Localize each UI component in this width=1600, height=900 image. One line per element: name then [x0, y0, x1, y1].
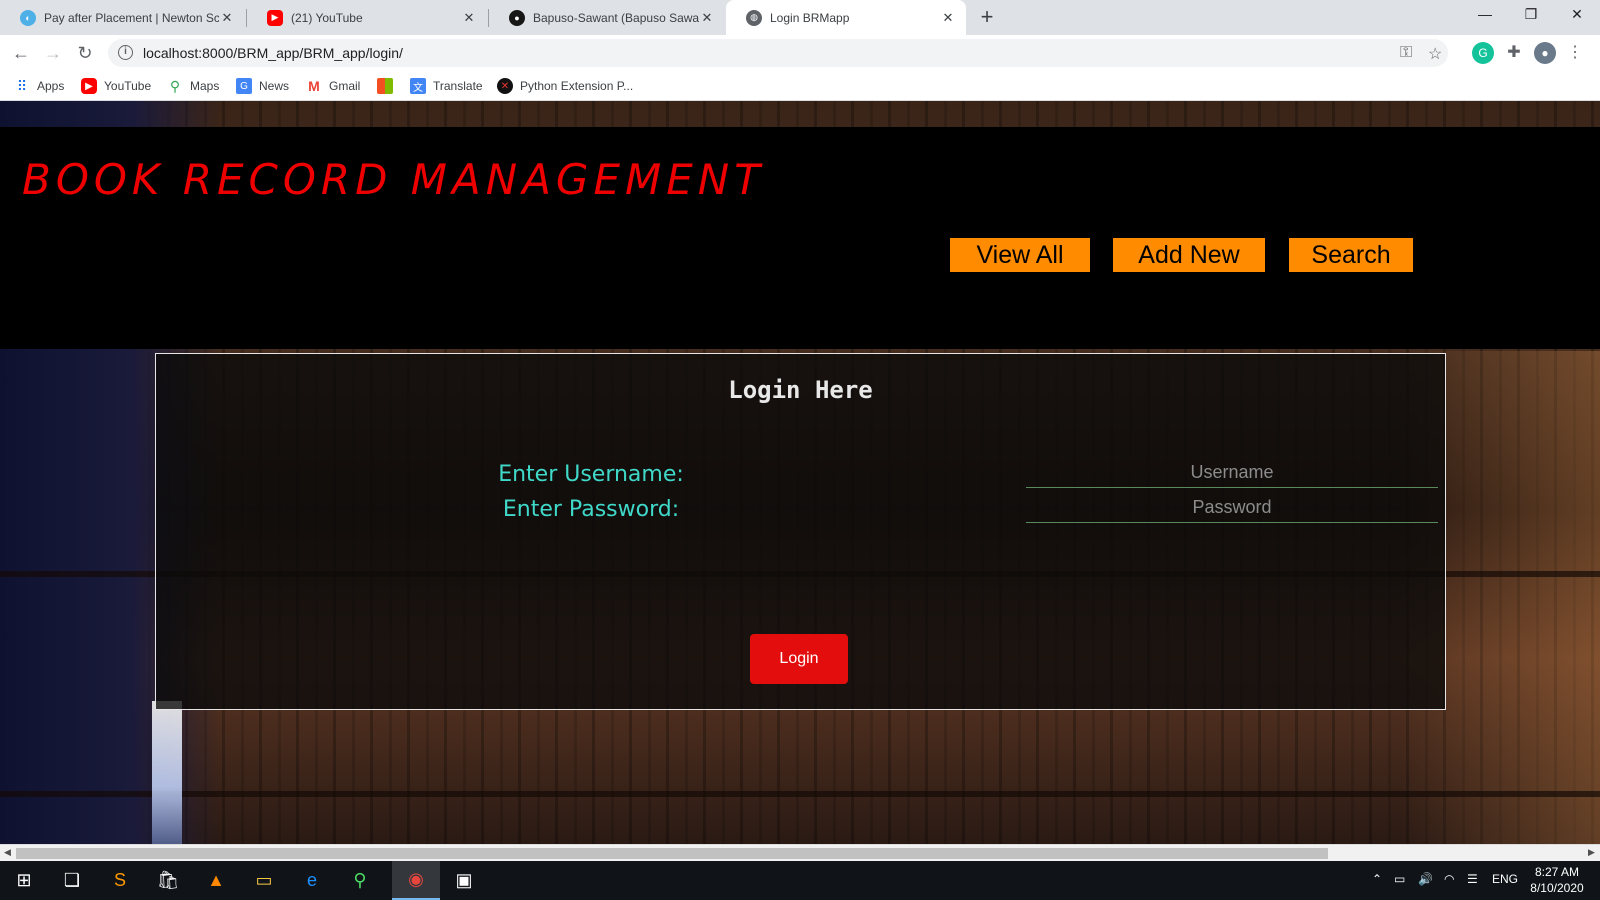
- globe-icon: ◍: [746, 9, 762, 26]
- extensions-puzzle-icon[interactable]: ✚: [1503, 42, 1525, 64]
- password-label: Enter Password:: [502, 497, 680, 522]
- tab-login-brmapp[interactable]: ◍ Login BRMapp ✕: [726, 0, 966, 35]
- youtube-icon: ▶: [267, 9, 283, 26]
- restore-icon[interactable]: ❐: [1508, 0, 1554, 30]
- tab-youtube[interactable]: ▶ (21) YouTube ✕: [247, 0, 487, 35]
- minimize-icon[interactable]: —: [1462, 0, 1508, 30]
- bookmark-label: Translate: [433, 79, 483, 93]
- url-text[interactable]: localhost:8000/BRM_app/BRM_app/login/: [143, 45, 403, 61]
- close-icon[interactable]: ✕: [461, 10, 477, 26]
- username-label: Enter Username:: [498, 462, 684, 487]
- add-new-button[interactable]: Add New: [1113, 238, 1265, 272]
- search-button[interactable]: Search: [1289, 238, 1413, 272]
- key-icon[interactable]: ⚿: [1400, 44, 1412, 62]
- gmail-icon: M: [308, 78, 320, 94]
- bookmark-label: News: [259, 79, 290, 93]
- login-form: Login Here Enter Username: Enter Passwor…: [155, 353, 1446, 710]
- bookmark-python-extension[interactable]: ✕ Python Extension P...: [497, 77, 633, 95]
- system-clock[interactable]: 8:27 AM 8/10/2020: [1522, 864, 1592, 896]
- bookmark-translate[interactable]: 文 Translate: [410, 77, 483, 95]
- bookmark-news[interactable]: G News: [236, 77, 289, 95]
- back-arrow-icon[interactable]: ←: [8, 40, 34, 66]
- bookmark-label: Gmail: [329, 79, 361, 93]
- site-header: BOOK RECORD MANAGEMENT View All Add New …: [0, 127, 1600, 349]
- background-light: [152, 701, 182, 844]
- tab-title: Login BRMapp: [770, 10, 850, 25]
- volume-icon[interactable]: 🔊: [1418, 872, 1433, 886]
- site-title: BOOK RECORD MANAGEMENT: [22, 155, 765, 204]
- scroll-right-icon[interactable]: ▶: [1588, 847, 1595, 858]
- youtube-icon: ▶: [81, 78, 97, 94]
- vlc-icon[interactable]: ▲: [192, 861, 240, 900]
- horizontal-scrollbar[interactable]: ◀ ▶: [0, 844, 1600, 861]
- close-icon[interactable]: ✕: [940, 10, 956, 26]
- task-view-icon[interactable]: ❏: [48, 861, 96, 900]
- forward-arrow-icon[interactable]: →: [40, 40, 66, 66]
- info-icon[interactable]: i: [118, 45, 133, 60]
- reload-icon[interactable]: ↻: [72, 40, 98, 66]
- store-icon[interactable]: 🛍: [144, 861, 192, 900]
- bookmark-youtube[interactable]: ▶ YouTube: [81, 77, 151, 95]
- terminal-icon[interactable]: ▣: [440, 861, 488, 900]
- clock-date: 8/10/2020: [1530, 881, 1584, 895]
- show-hidden-icons-icon[interactable]: ⌃: [1372, 872, 1382, 886]
- bookmark-gmail[interactable]: M Gmail: [306, 77, 360, 95]
- clock-time: 8:27 AM: [1534, 865, 1580, 879]
- windows-taskbar: ⊞ ❏ S 🛍 ▲ ▭ e ⚲ ◉ ▣ ⌃ ▭ 🔊 ◠ ☰ ENG 8:27 A…: [0, 861, 1600, 900]
- close-icon[interactable]: ✕: [699, 10, 715, 26]
- maps-app-icon[interactable]: ⚲: [336, 861, 384, 900]
- bookmark-label: Maps: [190, 79, 220, 93]
- edge-icon[interactable]: e: [288, 861, 336, 900]
- tab-github[interactable]: ● Bapuso-Sawant (Bapuso Sawant) ✕: [489, 0, 725, 35]
- chrome-icon[interactable]: ◉: [392, 861, 440, 900]
- close-icon[interactable]: ✕: [219, 10, 235, 26]
- microsoft-icon: [377, 78, 393, 94]
- language-indicator[interactable]: ENG: [1492, 872, 1518, 886]
- tab-newton[interactable]: ◐ Pay after Placement | Newton Sc ✕: [0, 0, 245, 35]
- tab-title: (21) YouTube: [291, 10, 363, 25]
- maps-icon: ⚲: [169, 77, 181, 94]
- github-icon: ●: [509, 9, 525, 26]
- tab-title: Pay after Placement | Newton Sc: [44, 10, 219, 25]
- profile-avatar-icon[interactable]: ●: [1534, 42, 1556, 64]
- grammarly-icon[interactable]: G: [1472, 42, 1494, 64]
- page-viewport: BOOK RECORD MANAGEMENT View All Add New …: [0, 101, 1600, 844]
- bookmarks-bar: ⠿ Apps ▶ YouTube ⚲ Maps G News M Gmail 文…: [0, 71, 1600, 101]
- bookmark-label: Apps: [37, 79, 65, 93]
- new-tab-icon[interactable]: +: [975, 4, 999, 30]
- background-shelf-line: [0, 791, 1600, 797]
- bookmark-star-icon[interactable]: ☆: [1428, 44, 1442, 64]
- apps-grid-icon: ⠿: [16, 77, 28, 94]
- bookmark-label: Python Extension P...: [520, 79, 634, 93]
- notifications-icon[interactable]: ☰: [1467, 872, 1478, 886]
- username-input[interactable]: [1026, 458, 1438, 488]
- login-button[interactable]: Login: [750, 634, 848, 684]
- browser-tab-strip: ◐ Pay after Placement | Newton Sc ✕ ▶ (2…: [0, 0, 1600, 35]
- newton-icon: ◐: [20, 9, 36, 26]
- close-window-icon[interactable]: ✕: [1554, 0, 1600, 30]
- menu-kebab-icon[interactable]: ⋮: [1564, 42, 1586, 64]
- translate-icon: 文: [410, 78, 426, 94]
- bookmark-label: YouTube: [104, 79, 152, 93]
- scroll-left-icon[interactable]: ◀: [4, 847, 11, 858]
- password-input[interactable]: [1026, 493, 1438, 523]
- tab-title: Bapuso-Sawant (Bapuso Sawant): [533, 10, 699, 25]
- address-bar[interactable]: i localhost:8000/BRM_app/BRM_app/login/ …: [108, 39, 1448, 67]
- wifi-icon[interactable]: ◠: [1444, 872, 1454, 886]
- file-explorer-icon[interactable]: ▭: [240, 861, 288, 900]
- sublime-text-icon[interactable]: S: [96, 861, 144, 900]
- login-heading: Login Here: [728, 376, 873, 404]
- windows-start-icon[interactable]: ⊞: [0, 861, 48, 900]
- scrollbar-thumb[interactable]: [16, 848, 1328, 859]
- browser-toolbar: ← → ↻ i localhost:8000/BRM_app/BRM_app/l…: [0, 35, 1600, 71]
- battery-icon[interactable]: ▭: [1394, 872, 1405, 886]
- news-icon: G: [236, 78, 252, 94]
- view-all-button[interactable]: View All: [950, 238, 1090, 272]
- bookmark-microsoft[interactable]: [377, 77, 400, 95]
- bookmark-apps[interactable]: ⠿ Apps: [14, 77, 65, 95]
- python-extension-icon: ✕: [497, 78, 513, 94]
- bookmark-maps[interactable]: ⚲ Maps: [167, 77, 219, 95]
